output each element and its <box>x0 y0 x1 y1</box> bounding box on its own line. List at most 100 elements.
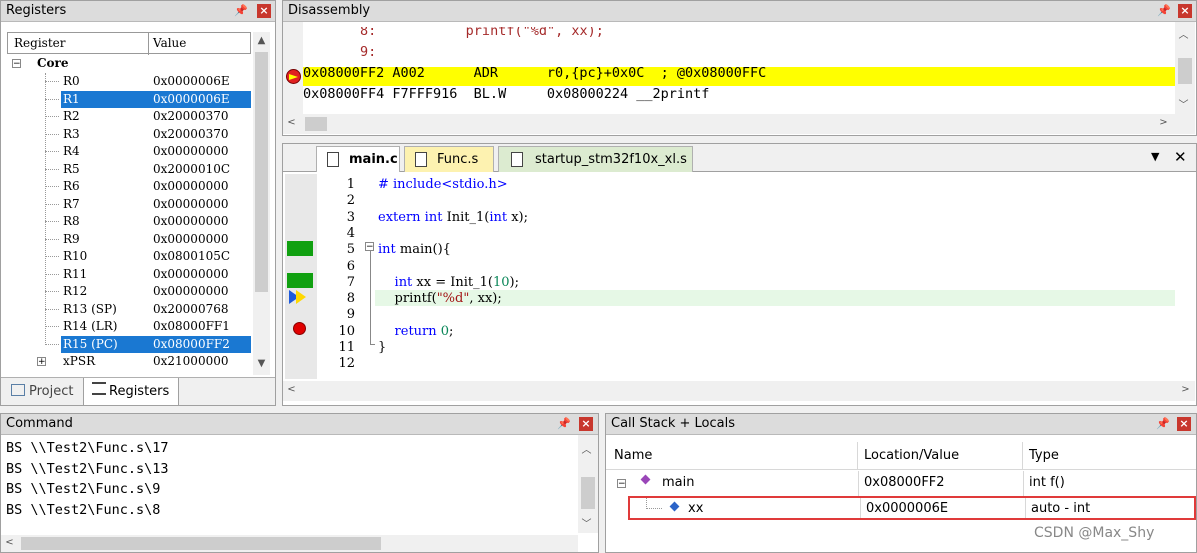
register-name[interactable]: R0 <box>61 73 82 90</box>
register-row[interactable]: R12 0x00000000 <box>7 283 251 300</box>
register-value[interactable]: 0x00000000 <box>151 196 230 213</box>
code-line[interactable]: 7 int xx = Init_1(10); <box>305 275 1165 291</box>
register-row[interactable]: R9 0x00000000 <box>7 231 251 248</box>
register-name[interactable]: R10 <box>61 248 89 265</box>
disassembly-instruction[interactable]: 0x08000FF2 A002 ADR r0,{pc}+0x0C ; @0x08… <box>303 63 766 83</box>
disassembly-hscroll[interactable]: < > <box>283 114 1195 134</box>
code-line[interactable]: 8 printf("%d", xx); <box>305 291 1165 307</box>
register-row[interactable]: R1 0x0000006E <box>7 90 251 108</box>
close-icon[interactable]: × <box>1177 417 1191 431</box>
column-type[interactable]: Type <box>1023 442 1193 470</box>
scroll-up-icon[interactable]: ︿ <box>578 441 595 456</box>
editor-hscroll[interactable]: < > <box>283 381 1195 401</box>
pin-icon[interactable]: 📌 <box>1156 417 1170 431</box>
register-value[interactable]: 0x20000370 <box>151 126 230 143</box>
pin-icon[interactable]: 📌 <box>234 4 248 18</box>
tab-registers[interactable]: Registers <box>83 378 179 406</box>
code-line[interactable]: 4 <box>305 226 1165 242</box>
scroll-right-icon[interactable]: > <box>1177 384 1194 395</box>
register-value[interactable]: 0x00000000 <box>151 231 230 248</box>
tree-toggle-xpsr[interactable]: + <box>37 357 46 367</box>
code-line[interactable]: 10 return 0; <box>305 324 1165 340</box>
scroll-up-icon[interactable]: ▲ <box>253 35 270 46</box>
tab-main-c[interactable]: main.c <box>316 146 400 172</box>
register-name[interactable]: R11 <box>61 266 89 283</box>
reg-value-xpsr[interactable]: 0x21000000 <box>153 354 228 368</box>
pin-icon[interactable]: 📌 <box>557 417 571 431</box>
column-value[interactable]: Value <box>153 36 186 50</box>
column-name[interactable]: Name <box>608 442 858 470</box>
register-value[interactable]: 0x20000768 <box>151 301 230 318</box>
register-row[interactable]: R11 0x00000000 <box>7 266 251 283</box>
command-output[interactable]: BS \\Test2\Func.s\17 BS \\Test2\Func.s\13… <box>1 440 576 526</box>
scroll-left-icon[interactable]: < <box>283 117 300 128</box>
editor-code[interactable]: 1 # include<stdio.h> 2 3 extern int Init_1(i… <box>305 177 1165 377</box>
scroll-thumb[interactable] <box>1178 58 1192 84</box>
command-hscroll[interactable]: < <box>1 535 578 552</box>
scroll-right-icon[interactable]: > <box>1155 117 1172 128</box>
register-name[interactable]: R5 <box>61 161 82 178</box>
register-row[interactable]: R15 (PC) 0x08000FF2 <box>7 335 251 353</box>
disassembly-source-line[interactable]: 9: <box>303 42 376 62</box>
register-name[interactable]: R7 <box>61 196 82 213</box>
register-value[interactable]: 0x00000000 <box>151 178 230 195</box>
register-name[interactable]: R14 (LR) <box>61 318 120 335</box>
scroll-left-icon[interactable]: < <box>1 537 18 548</box>
callstack-row-xx[interactable]: xx 0x0000006E auto - int <box>628 496 1196 520</box>
scroll-thumb[interactable] <box>21 537 381 550</box>
register-value[interactable]: 0x00000000 <box>151 266 230 283</box>
callstack-row-main[interactable]: − main 0x08000FF2 int f() <box>606 471 1196 495</box>
register-name[interactable]: R1 <box>61 90 153 108</box>
tree-toggle-main[interactable]: − <box>617 479 626 489</box>
register-value[interactable]: 0x08000FF2 <box>151 335 251 353</box>
scroll-thumb[interactable] <box>255 52 268 292</box>
register-value[interactable]: 0x00000000 <box>151 143 230 160</box>
register-name[interactable]: R13 (SP) <box>61 301 119 318</box>
scroll-thumb[interactable] <box>305 117 327 131</box>
code-line[interactable]: 2 <box>305 193 1165 209</box>
code-line[interactable]: 5 int main(){ <box>305 242 1165 258</box>
register-value[interactable]: 0x00000000 <box>151 213 230 230</box>
column-location-value[interactable]: Location/Value <box>858 442 1023 470</box>
register-value[interactable]: 0x2000010C <box>151 161 232 178</box>
registers-scrollbar[interactable]: ▲ ▼ <box>253 32 270 375</box>
command-vscroll[interactable]: ︿ ﹀ <box>578 435 598 533</box>
scroll-down-icon[interactable]: ﹀ <box>1175 96 1192 111</box>
register-row[interactable]: R8 0x00000000 <box>7 213 251 230</box>
register-row[interactable]: R2 0x20000370 <box>7 108 251 125</box>
tab-startup[interactable]: startup_stm32f10x_xl.s <box>498 146 693 172</box>
close-editor-icon[interactable]: ✕ <box>1174 148 1187 166</box>
register-row[interactable]: R4 0x00000000 <box>7 143 251 160</box>
register-row[interactable]: R3 0x20000370 <box>7 126 251 143</box>
reg-name-xpsr[interactable]: xPSR <box>63 354 95 368</box>
register-name[interactable]: R3 <box>61 126 82 143</box>
scroll-thumb[interactable] <box>581 477 595 509</box>
tab-func-s[interactable]: Func.s <box>404 146 494 172</box>
register-name[interactable]: R6 <box>61 178 82 195</box>
register-name[interactable]: R8 <box>61 213 82 230</box>
scroll-left-icon[interactable]: < <box>283 384 300 395</box>
register-value[interactable]: 0x0800105C <box>151 248 232 265</box>
column-register[interactable]: Register <box>14 36 65 50</box>
register-name[interactable]: R2 <box>61 108 82 125</box>
register-row[interactable]: R10 0x0800105C <box>7 248 251 265</box>
code-line[interactable]: 1 # include<stdio.h> <box>305 177 1165 193</box>
pin-icon[interactable]: 📌 <box>1157 4 1171 18</box>
register-value[interactable]: 0x00000000 <box>151 283 230 300</box>
register-name[interactable]: R15 (PC) <box>61 335 153 353</box>
register-row[interactable]: R13 (SP) 0x20000768 <box>7 301 251 318</box>
register-value[interactable]: 0x20000370 <box>151 108 230 125</box>
group-core[interactable]: Core <box>37 56 69 70</box>
register-value[interactable]: 0x08000FF1 <box>151 318 232 335</box>
close-icon[interactable]: × <box>1178 4 1192 18</box>
disassembly-instruction[interactable]: 0x08000FF4 F7FFF916 BL.W 0x08000224 __2p… <box>303 84 709 104</box>
scroll-down-icon[interactable]: ▼ <box>253 358 270 369</box>
register-row[interactable]: R14 (LR) 0x08000FF1 <box>7 318 251 335</box>
register-row[interactable]: R7 0x00000000 <box>7 196 251 213</box>
close-icon[interactable]: × <box>579 417 593 431</box>
register-row[interactable]: R5 0x2000010C <box>7 161 251 178</box>
code-line[interactable]: 12 <box>305 356 1165 372</box>
register-name[interactable]: R9 <box>61 231 82 248</box>
disassembly-source-line[interactable]: 8: printf("%d", xx); <box>303 27 604 41</box>
register-name[interactable]: R12 <box>61 283 89 300</box>
